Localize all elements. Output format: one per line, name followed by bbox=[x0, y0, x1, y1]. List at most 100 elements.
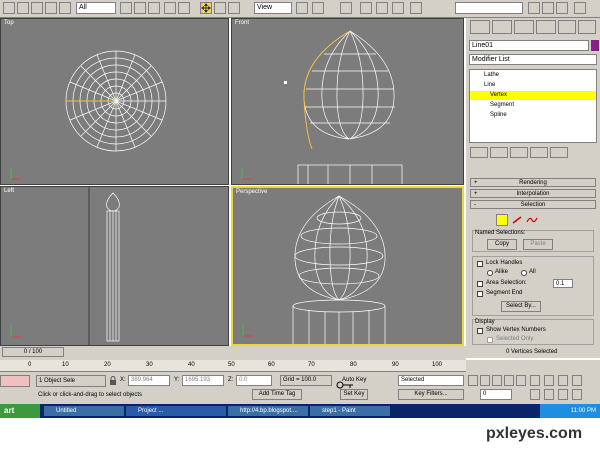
snaps-toggle-icon[interactable] bbox=[340, 2, 352, 14]
align-icon[interactable] bbox=[542, 2, 554, 14]
maxscript-listener[interactable] bbox=[0, 375, 30, 387]
segment-end-checkbox[interactable] bbox=[477, 291, 483, 297]
pivot-center-icon[interactable] bbox=[296, 2, 308, 14]
lock-icon[interactable] bbox=[108, 376, 118, 386]
object-name-field[interactable]: Line01 bbox=[469, 40, 589, 51]
named-selections-group: Named Selections: Copy Paste bbox=[472, 230, 594, 252]
previous-frame-icon[interactable] bbox=[480, 375, 490, 386]
interpolation-rollout[interactable]: + Interpolation bbox=[470, 189, 596, 198]
select-by-button[interactable]: Select By... bbox=[501, 301, 541, 312]
next-frame-icon[interactable] bbox=[504, 375, 514, 386]
area-selection-checkbox[interactable] bbox=[477, 281, 483, 287]
create-tab-icon[interactable] bbox=[470, 20, 490, 34]
field-of-view-icon[interactable] bbox=[530, 389, 540, 400]
named-selection-dropdown[interactable] bbox=[455, 2, 523, 14]
area-selection-spinner[interactable]: 0.1 bbox=[553, 279, 573, 288]
copy-button[interactable]: Copy bbox=[487, 239, 517, 250]
make-unique-icon[interactable] bbox=[510, 147, 528, 158]
unlink-icon[interactable] bbox=[31, 2, 43, 14]
z-coord-field[interactable]: 0.0 bbox=[236, 375, 272, 386]
task-item[interactable]: Untitled bbox=[44, 406, 124, 416]
modifier-list-dropdown[interactable]: Modifier List bbox=[469, 54, 597, 65]
time-slider[interactable]: 0 / 100 bbox=[2, 347, 64, 357]
zoom-icon[interactable] bbox=[530, 375, 540, 386]
layer-manager-icon[interactable] bbox=[556, 2, 568, 14]
play-icon[interactable] bbox=[492, 375, 502, 386]
task-item[interactable]: Project ... bbox=[126, 406, 226, 416]
rotate-icon[interactable] bbox=[214, 2, 226, 14]
display-tab-icon[interactable] bbox=[558, 20, 576, 34]
hierarchy-tab-icon[interactable] bbox=[514, 20, 534, 34]
stack-item-lathe[interactable]: Lathe bbox=[484, 72, 499, 78]
select-manipulate-icon[interactable] bbox=[312, 2, 324, 14]
add-time-tag-button[interactable]: Add Time Tag bbox=[252, 389, 302, 400]
key-filters-button[interactable]: Key Filters... bbox=[398, 389, 464, 400]
maximize-viewport-icon[interactable] bbox=[572, 389, 582, 400]
modify-tab-icon[interactable] bbox=[492, 20, 512, 34]
stack-item-segment[interactable]: Segment bbox=[490, 102, 514, 108]
bind-space-warp-icon[interactable] bbox=[45, 2, 57, 14]
select-by-name-icon[interactable] bbox=[120, 2, 132, 14]
object-color-swatch[interactable] bbox=[591, 40, 599, 51]
all-radio[interactable] bbox=[521, 270, 527, 276]
select-object-icon[interactable] bbox=[59, 2, 71, 14]
y-coord-field[interactable]: 1695.193 bbox=[182, 375, 224, 386]
spline-level-icon[interactable] bbox=[526, 216, 538, 224]
edit-named-selections-icon[interactable] bbox=[410, 2, 422, 14]
selected-only-checkbox[interactable] bbox=[487, 337, 493, 343]
segment-level-icon[interactable] bbox=[512, 216, 522, 224]
goto-start-icon[interactable] bbox=[468, 375, 478, 386]
angle-snap-icon[interactable] bbox=[360, 2, 372, 14]
alike-radio[interactable] bbox=[487, 270, 493, 276]
scale-icon[interactable] bbox=[228, 2, 240, 14]
configure-modifier-sets-icon[interactable] bbox=[550, 147, 568, 158]
selection-filter-dropdown[interactable]: All bbox=[76, 2, 116, 14]
left-viewport[interactable]: Left bbox=[0, 186, 229, 346]
reference-coord-dropdown[interactable]: View bbox=[254, 2, 292, 14]
select-move-icon[interactable] bbox=[164, 2, 176, 14]
paste-button[interactable]: Paste bbox=[523, 239, 553, 250]
utilities-tab-icon[interactable] bbox=[578, 20, 596, 34]
task-item[interactable]: step1 - Paint bbox=[310, 406, 390, 416]
stack-item-vertex-highlight[interactable]: Vertex bbox=[470, 91, 596, 100]
show-vertex-numbers-checkbox[interactable] bbox=[477, 328, 483, 334]
motion-tab-icon[interactable] bbox=[536, 20, 556, 34]
arc-rotate-icon[interactable] bbox=[558, 389, 568, 400]
current-frame-field[interactable]: 0 bbox=[480, 389, 512, 400]
zoom-extents-icon[interactable] bbox=[558, 375, 568, 386]
vertex-level-icon[interactable] bbox=[496, 214, 508, 226]
undo-icon[interactable] bbox=[3, 2, 15, 14]
zoom-extents-all-icon[interactable] bbox=[572, 375, 582, 386]
select-rotate-icon[interactable] bbox=[178, 2, 190, 14]
rect-region-icon[interactable] bbox=[134, 2, 146, 14]
show-end-result-icon[interactable] bbox=[490, 147, 508, 158]
stack-item-vertex[interactable]: Vertex bbox=[490, 92, 507, 98]
window-crossing-icon[interactable] bbox=[148, 2, 160, 14]
percent-snap-icon[interactable] bbox=[376, 2, 388, 14]
curve-editor-icon[interactable] bbox=[574, 2, 586, 14]
x-coord-field[interactable]: 389.964 bbox=[128, 375, 170, 386]
track-bar[interactable]: 0 10 20 30 40 50 60 70 80 90 100 bbox=[0, 360, 466, 372]
pin-stack-icon[interactable] bbox=[470, 147, 488, 158]
key-mode-dropdown[interactable]: Selected bbox=[398, 375, 464, 386]
start-button[interactable]: art bbox=[0, 404, 40, 418]
top-viewport[interactable]: Top bbox=[0, 18, 229, 185]
stack-item-line[interactable]: Line bbox=[484, 82, 495, 88]
mirror-icon[interactable] bbox=[528, 2, 540, 14]
rendering-rollout[interactable]: + Rendering bbox=[470, 178, 596, 187]
stack-item-spline[interactable]: Spline bbox=[490, 112, 507, 118]
auto-key-label[interactable]: Auto Key bbox=[342, 377, 366, 383]
move-icon[interactable] bbox=[200, 2, 212, 14]
remove-modifier-icon[interactable] bbox=[530, 147, 548, 158]
selection-rollout[interactable]: - Selection bbox=[470, 200, 596, 209]
pan-icon[interactable] bbox=[544, 389, 554, 400]
goto-end-icon[interactable] bbox=[516, 375, 526, 386]
front-viewport[interactable]: Front bbox=[231, 18, 464, 185]
lock-handles-checkbox[interactable] bbox=[477, 261, 483, 267]
zoom-all-icon[interactable] bbox=[544, 375, 554, 386]
spinner-snap-icon[interactable] bbox=[392, 2, 404, 14]
perspective-viewport[interactable]: Perspective bbox=[231, 186, 464, 346]
task-item[interactable]: http://4.bp.blogspot.... bbox=[228, 406, 308, 416]
set-key-button[interactable]: Set Key bbox=[340, 389, 368, 400]
select-link-icon[interactable] bbox=[17, 2, 29, 14]
